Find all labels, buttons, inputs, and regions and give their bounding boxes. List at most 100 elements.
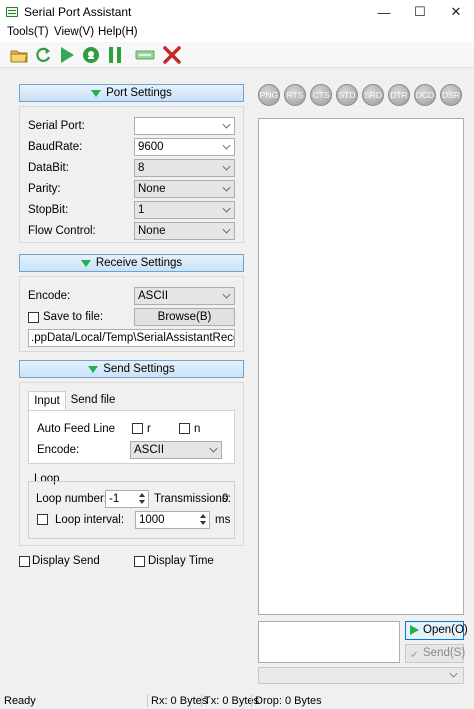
status-ready: Ready [4, 695, 36, 707]
chevron-down-icon [222, 204, 231, 213]
auto-feed-label: Auto Feed Line [37, 423, 116, 435]
chevron-down-icon [222, 120, 231, 129]
settings-panel: Port Settings Serial Port: BaudRate: 960… [12, 78, 252, 578]
send-check-icon: ✔ [410, 650, 419, 661]
menu-view[interactable]: View(V) [54, 26, 94, 38]
databit-select[interactable]: 8 [134, 159, 235, 177]
refresh-icon[interactable] [33, 45, 53, 65]
parity-select[interactable]: None [134, 180, 235, 198]
stopbit-select[interactable]: 1 [134, 201, 235, 219]
receive-encode-label: Encode: [28, 290, 71, 302]
play-icon [410, 625, 419, 635]
signal-dcd-indicator: DCD [414, 84, 436, 106]
display-time-label: Display Time [148, 555, 214, 567]
send-settings-title: Send Settings [103, 363, 175, 375]
display-time-checkbox[interactable] [134, 556, 145, 567]
close-icon[interactable] [162, 45, 182, 65]
chevron-down-icon [222, 162, 231, 171]
chevron-down-icon [209, 444, 218, 453]
send-settings-header[interactable]: Send Settings [19, 360, 244, 378]
toolbar [0, 42, 474, 68]
signal-rts-indicator: RTS [284, 84, 306, 106]
expand-triangle-icon [88, 365, 99, 373]
open-button[interactable]: Open(O) [405, 621, 468, 640]
chevron-down-icon [222, 290, 231, 299]
play-icon[interactable] [57, 45, 77, 65]
signal-srd-indicator: SRD [362, 84, 384, 106]
stopbit-label: StopBit: [28, 204, 69, 216]
r-checkbox[interactable] [132, 423, 143, 434]
loop-interval-label: Loop interval: [55, 514, 125, 526]
chevron-down-icon [222, 183, 231, 192]
transmissions-value: 0 [222, 493, 229, 505]
history-select[interactable] [258, 667, 464, 684]
minimize-button[interactable]: — [366, 0, 402, 24]
open-folder-icon[interactable] [9, 45, 29, 65]
serial-port-label: Serial Port: [28, 120, 85, 132]
serial-port-select[interactable] [134, 117, 235, 135]
status-divider [251, 694, 252, 707]
browse-button[interactable]: Browse(B) [134, 308, 235, 326]
send-button[interactable]: ✔ Send(S) [405, 644, 465, 663]
loop-number-spinbox[interactable]: -1 [105, 490, 149, 508]
chevron-down-icon [449, 669, 458, 678]
menu-tools[interactable]: Tools(T) [7, 26, 49, 38]
receive-file-path-field[interactable]: .ppData/Local/Temp\SerialAssistantReceiv… [28, 329, 235, 347]
spin-arrows-icon [136, 491, 148, 507]
baudrate-select[interactable]: 9600 [134, 138, 235, 156]
menu-bar: Tools(T) View(V) Help(H) [0, 24, 474, 42]
n-checkbox[interactable] [179, 423, 190, 434]
input-tab-pane: Auto Feed Line r n Encode: ASCII [28, 410, 235, 464]
expand-triangle-icon [91, 89, 102, 97]
port-settings-group: Serial Port: BaudRate: 9600 DataBit: 8 P… [19, 106, 244, 243]
maximize-button[interactable]: ☐ [402, 0, 438, 24]
transmissions-label: Transmissions: [154, 493, 231, 505]
expand-triangle-icon [80, 259, 91, 267]
databit-label: DataBit: [28, 162, 69, 174]
save-to-file-label: Save to file: [43, 311, 104, 323]
loop-interval-spinbox[interactable]: 1000 [135, 511, 210, 529]
flow-control-label: Flow Control: [28, 225, 96, 237]
app-icon [6, 7, 18, 17]
tab-input[interactable]: Input [28, 391, 66, 411]
send-settings-group: Input Send file Auto Feed Line r n Encod… [19, 382, 244, 546]
baudrate-label: BaudRate: [28, 141, 83, 153]
flow-control-select[interactable]: None [134, 222, 235, 240]
receive-encode-select[interactable]: ASCII [134, 287, 235, 305]
send-encode-label: Encode: [37, 444, 80, 456]
loop-group: Loop number: -1 Transmissions: 0 Loop in… [28, 481, 235, 539]
open-button-label: Open(O) [423, 624, 468, 636]
signal-png-indicator: PNG [258, 84, 280, 106]
close-window-button[interactable]: ✕ [438, 0, 474, 24]
pause-icon[interactable] [105, 45, 125, 65]
port-settings-title: Port Settings [106, 87, 172, 99]
display-send-label: Display Send [32, 555, 100, 567]
loop-interval-unit: ms [215, 514, 231, 526]
save-to-file-checkbox[interactable] [28, 312, 39, 323]
chevron-down-icon [222, 141, 231, 150]
menu-help[interactable]: Help(H) [98, 26, 138, 38]
loop-interval-checkbox[interactable] [37, 514, 48, 525]
r-label: r [147, 423, 151, 435]
record-icon[interactable] [81, 45, 101, 65]
port-settings-header[interactable]: Port Settings [19, 84, 244, 102]
status-divider [147, 694, 148, 707]
clear-icon[interactable] [135, 45, 155, 65]
signal-dsr-indicator: DSR [440, 84, 462, 106]
display-send-checkbox[interactable] [19, 556, 30, 567]
spin-arrows-icon [197, 512, 209, 528]
signal-std-indicator: STD [336, 84, 358, 106]
tab-send-file[interactable]: Send file [68, 391, 118, 411]
receive-settings-header[interactable]: Receive Settings [19, 254, 244, 272]
loop-number-label: Loop number: [36, 493, 107, 505]
parity-label: Parity: [28, 183, 61, 195]
n-label: n [194, 423, 201, 435]
receive-settings-title: Receive Settings [95, 257, 183, 269]
send-text-area[interactable] [258, 621, 400, 663]
signal-cts-indicator: CTS [310, 84, 332, 106]
title-bar: Serial Port Assistant — ☐ ✕ [0, 0, 474, 24]
send-encode-select[interactable]: ASCII [130, 441, 222, 459]
receive-text-area[interactable] [258, 118, 464, 615]
signal-dtr-indicator: DTR [388, 84, 410, 106]
status-drop: Drop: 0 Bytes [255, 695, 322, 707]
